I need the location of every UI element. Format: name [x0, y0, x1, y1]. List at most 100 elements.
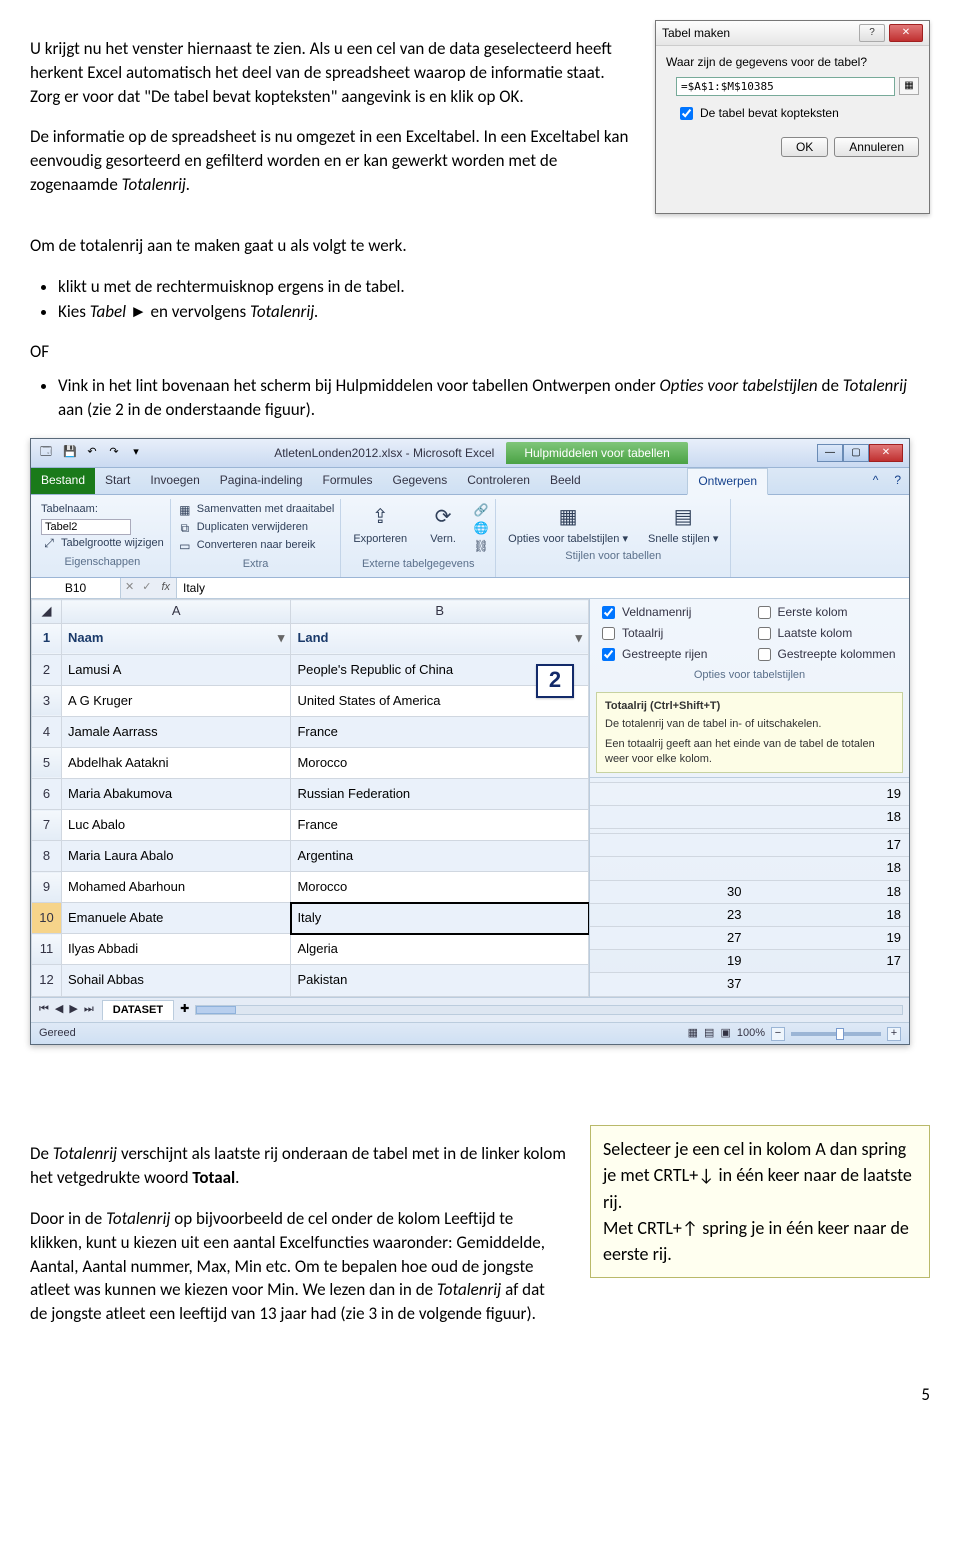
row-header[interactable]: 4 — [32, 716, 62, 747]
zoom-slider[interactable] — [791, 1032, 881, 1036]
tab-bestand[interactable]: Bestand — [31, 468, 95, 494]
view-pagebreak-icon[interactable]: ▣ — [720, 1026, 730, 1041]
minimize-icon[interactable]: — — [817, 444, 843, 462]
close-icon[interactable]: ✕ — [869, 444, 903, 462]
cell[interactable]: Lamusi A — [62, 654, 291, 685]
cell[interactable]: France — [291, 810, 589, 841]
cell[interactable]: Maria Abakumova — [62, 778, 291, 809]
fx-icon[interactable]: fx — [155, 580, 176, 595]
pivot-button[interactable]: ▦Samenvatten met draaitabel — [177, 501, 335, 519]
range-input[interactable] — [676, 77, 895, 96]
checkbox-totaalrij[interactable]: Totaalrij — [598, 624, 746, 643]
dedup-button[interactable]: ⧉Duplicaten verwijderen — [177, 519, 335, 537]
cell[interactable]: Mohamed Abarhoun — [62, 872, 291, 903]
cell[interactable] — [590, 783, 750, 805]
filter-icon[interactable]: ▾ — [575, 629, 582, 647]
zoom-out-button[interactable]: − — [771, 1027, 785, 1041]
table-row[interactable]: 5Abdelhak AatakniMorocco — [32, 747, 589, 778]
cell[interactable]: A G Kruger — [62, 685, 291, 716]
cell[interactable]: Ilyas Abbadi — [62, 934, 291, 965]
cell[interactable]: Morocco — [291, 747, 589, 778]
sheet-tab-dataset[interactable]: DATASET — [102, 1000, 174, 1020]
cell[interactable]: 27 — [590, 927, 750, 949]
link-icon[interactable]: 🔗 — [473, 501, 489, 519]
tab-ontwerpen[interactable]: Ontwerpen — [687, 468, 768, 495]
table-row[interactable]: 10Emanuele AbateItaly — [32, 903, 589, 934]
filter-icon[interactable]: ▾ — [278, 629, 285, 647]
cell[interactable]: France — [291, 716, 589, 747]
unlink-icon[interactable]: ⛓ — [473, 537, 489, 555]
tab-start[interactable]: Start — [95, 468, 140, 494]
quick-styles-button[interactable]: ▤Snelle stijlen ▾ — [642, 501, 724, 547]
cell[interactable] — [590, 857, 750, 879]
row-header[interactable]: 6 — [32, 778, 62, 809]
zoom-in-button[interactable]: + — [887, 1027, 901, 1041]
checkbox-eerste-kolom[interactable]: Eerste kolom — [754, 603, 902, 622]
cell[interactable]: 37 — [590, 973, 750, 995]
ribbon-minimize-icon[interactable]: ^ — [865, 468, 887, 494]
cell[interactable]: 23 — [590, 904, 750, 926]
first-sheet-icon[interactable]: ⏮ — [37, 1002, 51, 1017]
table-row[interactable]: 12Sohail AbbasPakistan — [32, 965, 589, 996]
cell[interactable]: Argentina — [291, 841, 589, 872]
help-icon[interactable]: ? — [886, 468, 909, 494]
tab-formules[interactable]: Formules — [313, 468, 383, 494]
table-row[interactable]: 11Ilyas AbbadiAlgeria — [32, 934, 589, 965]
row-header[interactable]: 1 — [32, 623, 62, 654]
checkbox-laatste-kolom[interactable]: Laatste kolom — [754, 624, 902, 643]
save-icon[interactable]: 💾 — [61, 444, 79, 462]
help-icon[interactable]: ? — [859, 24, 885, 42]
cell[interactable] — [750, 829, 910, 833]
row-header[interactable]: 3 — [32, 685, 62, 716]
range-picker-icon[interactable]: ▦ — [899, 77, 919, 95]
refresh-button[interactable]: ⟳Vern. — [421, 501, 465, 547]
browser-icon[interactable]: 🌐 — [473, 519, 489, 537]
checkbox-gestreepte-rijen[interactable]: Gestreepte rijen — [598, 645, 746, 664]
cell[interactable]: Pakistan — [291, 965, 589, 996]
checkbox-kopteksten[interactable]: De tabel bevat kopteksten — [676, 104, 919, 123]
row-header[interactable]: 2 — [32, 654, 62, 685]
table-row[interactable]: 8Maria Laura AbaloArgentina — [32, 841, 589, 872]
cell[interactable]: 19 — [750, 783, 910, 805]
cell[interactable]: Sohail Abbas — [62, 965, 291, 996]
checkbox-input[interactable] — [680, 107, 693, 120]
view-layout-icon[interactable]: ▤ — [704, 1026, 714, 1041]
tablename-input[interactable] — [41, 519, 131, 535]
accept-formula-icon[interactable]: ✓ — [138, 580, 155, 595]
cell[interactable]: Jamale Aarrass — [62, 716, 291, 747]
cell[interactable] — [590, 834, 750, 856]
row-header[interactable]: 9 — [32, 872, 62, 903]
tab-controleren[interactable]: Controleren — [457, 468, 540, 494]
cell[interactable]: Morocco — [291, 872, 589, 903]
row-header[interactable]: 7 — [32, 810, 62, 841]
style-options-button[interactable]: ▦Opties voor tabelstijlen ▾ — [502, 501, 634, 547]
cancel-button[interactable]: Annuleren — [834, 137, 919, 157]
view-normal-icon[interactable]: ▦ — [688, 1026, 698, 1041]
cell[interactable] — [590, 806, 750, 828]
cell[interactable]: 18 — [750, 857, 910, 879]
cell[interactable]: Russian Federation — [291, 778, 589, 809]
table-header-naam[interactable]: Naam ▾ — [62, 623, 291, 654]
cell[interactable]: 18 — [750, 881, 910, 903]
worksheet-grid[interactable]: ◢ A B 1 Naam ▾ Land ▾ 2Lamusi APeople's … — [31, 599, 589, 996]
table-header-land[interactable]: Land ▾ — [291, 623, 589, 654]
cell[interactable]: 19 — [590, 950, 750, 972]
cell[interactable]: Abdelhak Aatakni — [62, 747, 291, 778]
cell[interactable]: 30 — [590, 881, 750, 903]
table-row[interactable]: 3A G KrugerUnited States of America — [32, 685, 589, 716]
maximize-icon[interactable]: ▢ — [843, 444, 869, 462]
cell[interactable]: Luc Abalo — [62, 810, 291, 841]
cell[interactable]: Maria Laura Abalo — [62, 841, 291, 872]
ok-button[interactable]: OK — [781, 137, 828, 157]
col-header-b[interactable]: B — [291, 600, 589, 623]
resize-table-button[interactable]: ⤢Tabelgrootte wijzigen — [41, 535, 164, 553]
row-header[interactable]: 5 — [32, 747, 62, 778]
tab-beeld[interactable]: Beeld — [540, 468, 591, 494]
cell[interactable]: 19 — [750, 927, 910, 949]
prev-sheet-icon[interactable]: ◀ — [53, 1002, 65, 1017]
tab-gegevens[interactable]: Gegevens — [383, 468, 458, 494]
cell[interactable]: 18 — [750, 904, 910, 926]
last-sheet-icon[interactable]: ⏭ — [82, 1002, 96, 1017]
cell[interactable]: Italy — [291, 903, 589, 934]
cell[interactable]: 18 — [750, 806, 910, 828]
